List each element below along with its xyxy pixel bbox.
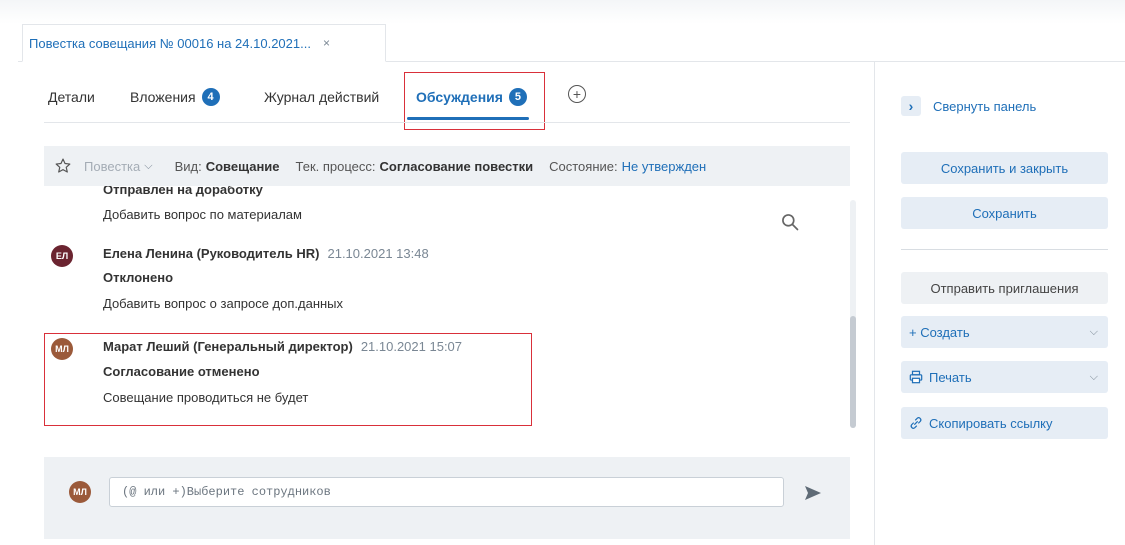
send-invites-button[interactable]: Отправить приглашения bbox=[901, 272, 1108, 304]
collapse-panel-button[interactable]: › Свернуть панель bbox=[901, 96, 1036, 116]
message-text: Добавить вопрос о запросе доп.данных bbox=[103, 296, 344, 311]
avatar: ЕЛ bbox=[51, 245, 73, 267]
recipient-input[interactable] bbox=[109, 477, 784, 507]
author-name: Елена Ленина (Руководитель HR) bbox=[103, 246, 320, 261]
process-value: Согласование повестки bbox=[379, 158, 534, 174]
top-fade bbox=[0, 0, 1125, 24]
save-and-close-button[interactable]: Сохранить и закрыть bbox=[901, 152, 1108, 184]
link-icon bbox=[909, 416, 923, 430]
document-type-dropdown[interactable]: Повестка bbox=[84, 159, 140, 174]
message-status: Отклонено bbox=[103, 270, 174, 285]
document-info-bar: Повестка ⌵ Вид: Совещание Тек. процесс: … bbox=[44, 146, 850, 186]
copy-link-label: Скопировать ссылку bbox=[929, 415, 1053, 431]
close-tab-icon[interactable]: × bbox=[323, 36, 330, 50]
create-dropdown-button[interactable]: + Создать ⌵ bbox=[901, 316, 1108, 348]
printer-icon bbox=[909, 370, 923, 384]
chevron-down-icon: ⌵ bbox=[1089, 370, 1098, 383]
add-tab-symbol: + bbox=[572, 86, 582, 102]
add-tab-icon[interactable]: + bbox=[568, 85, 586, 103]
compose-area: МЛ bbox=[44, 457, 850, 539]
tabs-divider bbox=[44, 122, 850, 123]
copy-link-button[interactable]: Скопировать ссылку bbox=[901, 407, 1108, 439]
cut-message-status: Отправлен на доработку bbox=[103, 186, 263, 197]
app-window: Повестка совещания № 00016 на 24.10.2021… bbox=[0, 0, 1125, 545]
attachments-count-badge: 4 bbox=[201, 88, 220, 106]
document-tab[interactable]: Повестка совещания № 00016 на 24.10.2021… bbox=[22, 24, 386, 62]
tab-action-log[interactable]: Журнал действий bbox=[264, 86, 379, 108]
send-invites-label: Отправить приглашения bbox=[930, 280, 1079, 296]
state-label: Состояние: bbox=[549, 158, 618, 174]
right-sidebar: › Свернуть панель Сохранить и закрыть Со… bbox=[874, 62, 1125, 545]
save-and-close-label: Сохранить и закрыть bbox=[940, 160, 1069, 176]
main-panel: Детали Вложения 4 Журнал действий Обсужд… bbox=[18, 62, 874, 545]
chevron-down-icon[interactable]: ⌵ bbox=[144, 160, 152, 173]
create-label: + Создать bbox=[909, 324, 970, 340]
process-label: Тек. процесс: bbox=[295, 158, 376, 174]
state-value[interactable]: Не утвержден bbox=[622, 159, 707, 174]
star-icon[interactable] bbox=[54, 157, 72, 175]
tab-action-log-label: Журнал действий bbox=[264, 89, 380, 105]
save-button[interactable]: Сохранить bbox=[901, 197, 1108, 229]
kind-value: Совещание bbox=[205, 158, 280, 174]
message-text: Добавить вопрос по материалам bbox=[103, 207, 302, 222]
tab-attachments[interactable]: Вложения 4 bbox=[130, 86, 220, 108]
sidebar-divider bbox=[901, 249, 1108, 250]
document-tab-strip: Повестка совещания № 00016 на 24.10.2021… bbox=[18, 24, 1125, 62]
kind-label: Вид: bbox=[174, 158, 202, 174]
search-icon[interactable] bbox=[780, 212, 800, 232]
print-label: Печать bbox=[929, 369, 972, 385]
send-icon[interactable] bbox=[804, 485, 822, 501]
tab-attachments-label: Вложения bbox=[130, 89, 196, 105]
tab-details-label: Детали bbox=[48, 89, 95, 105]
chevron-down-icon: ⌵ bbox=[1089, 325, 1098, 338]
message-time: 21.10.2021 13:48 bbox=[327, 246, 429, 261]
avatar: МЛ bbox=[69, 481, 91, 503]
collapse-panel-label: Свернуть панель bbox=[933, 98, 1037, 114]
print-dropdown-button[interactable]: Печать ⌵ bbox=[901, 361, 1108, 393]
save-label: Сохранить bbox=[972, 205, 1037, 221]
scrollbar-thumb[interactable] bbox=[850, 316, 856, 428]
message-author: Елена Ленина (Руководитель HR) 21.10.2021… bbox=[103, 246, 429, 261]
chevron-right-icon: › bbox=[901, 96, 921, 116]
message-highlight-frame bbox=[44, 333, 532, 426]
document-tab-title: Повестка совещания № 00016 на 24.10.2021… bbox=[29, 35, 311, 51]
tab-details[interactable]: Детали bbox=[48, 86, 95, 108]
